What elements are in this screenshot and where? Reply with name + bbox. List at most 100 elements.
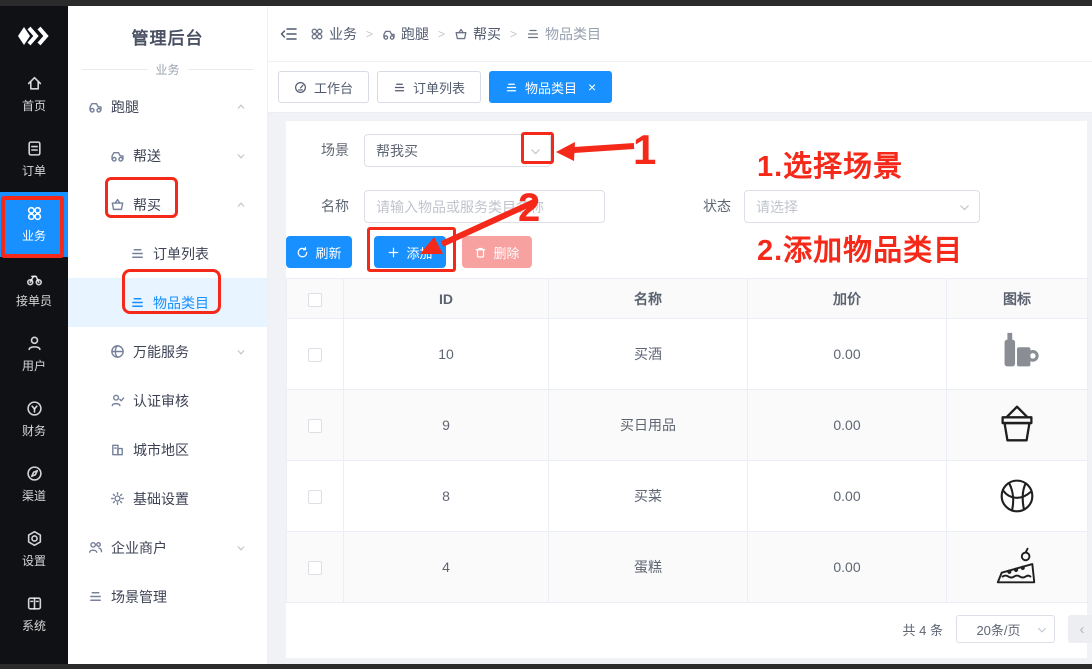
prev-page-button[interactable]: ‹ xyxy=(1068,615,1092,643)
collapse-sidebar-icon[interactable] xyxy=(280,25,298,43)
cell-name: 买日用品 xyxy=(549,390,748,461)
chevron-down-icon xyxy=(1036,624,1048,636)
chevron-up-icon xyxy=(235,101,247,113)
breadcrumb-item-item-categories: 物品类目 xyxy=(526,24,601,44)
cell-markup: 0.00 xyxy=(748,319,947,390)
breadcrumb-label: 业务 xyxy=(329,24,357,44)
table-row: 9 买日用品 0.00 xyxy=(287,390,1088,461)
refresh-button[interactable]: 刷新 xyxy=(286,236,352,268)
tab-label: 订单列表 xyxy=(413,78,465,97)
order-icon xyxy=(26,140,43,157)
breadcrumb-separator: > xyxy=(510,27,517,41)
status-label: 状态 xyxy=(703,190,731,223)
menu-item-item-categories[interactable]: 物品类目 xyxy=(68,278,267,327)
sidebar-item-orders[interactable]: 订单 xyxy=(0,127,68,192)
tab-workbench[interactable]: 工作台 xyxy=(278,71,369,103)
primary-sidebar: 首页 订单 业务 接单员 用户 财务 渠道 设置 xyxy=(0,0,68,669)
logo-icon xyxy=(17,25,51,47)
menu-item-buy[interactable]: 帮买 xyxy=(68,180,267,229)
add-button[interactable]: 添加 xyxy=(374,236,446,268)
name-input[interactable] xyxy=(364,190,605,223)
chevron-down-icon xyxy=(529,145,542,158)
cell-markup: 0.00 xyxy=(748,390,947,461)
sidebar-item-label: 系统 xyxy=(22,617,46,634)
select-all-checkbox[interactable] xyxy=(308,293,322,307)
refresh-icon xyxy=(296,246,309,259)
status-select-placeholder: 请选择 xyxy=(756,197,798,217)
breadcrumb-label: 物品类目 xyxy=(545,24,601,44)
menu-item-city-region[interactable]: 城市地区 xyxy=(68,425,267,474)
menu-item-label: 订单列表 xyxy=(153,244,209,264)
cake-icon xyxy=(992,543,1042,589)
merchants-icon xyxy=(88,540,103,555)
sidebar-item-finance[interactable]: 财务 xyxy=(0,387,68,452)
page-size-select[interactable]: 20条/页 xyxy=(956,615,1055,643)
app-logo[interactable] xyxy=(0,10,68,62)
breadcrumb-label: 跑腿 xyxy=(401,24,429,44)
sidebar-item-couriers[interactable]: 接单员 xyxy=(0,257,68,322)
menu-item-label: 认证审核 xyxy=(133,391,189,411)
settings-icon xyxy=(26,530,43,547)
user-icon xyxy=(26,335,43,352)
list-icon xyxy=(526,27,540,41)
cell-id: 10 xyxy=(344,319,549,390)
menu-item-enterprise-merchants[interactable]: 企业商户 xyxy=(68,523,267,572)
menu-item-delivery[interactable]: 帮送 xyxy=(68,131,267,180)
row-checkbox[interactable] xyxy=(308,348,322,362)
menu-item-label: 场景管理 xyxy=(111,587,167,607)
tab-order-list[interactable]: 订单列表 xyxy=(377,71,481,103)
scene-select[interactable]: 帮我买 xyxy=(364,134,551,167)
table-row: 10 买酒 0.00 xyxy=(287,319,1088,390)
table-row: 4 蛋糕 0.00 xyxy=(287,532,1088,603)
menu-item-verification[interactable]: 认证审核 xyxy=(68,376,267,425)
total-count: 共 4 条 xyxy=(903,620,943,639)
breadcrumb-item-business[interactable]: 业务 xyxy=(310,24,357,44)
sidebar-item-users[interactable]: 用户 xyxy=(0,322,68,387)
sidebar-item-settings[interactable]: 设置 xyxy=(0,517,68,582)
menu-item-basic-settings[interactable]: 基础设置 xyxy=(68,474,267,523)
tab-label: 工作台 xyxy=(314,78,353,97)
categories-table: ID 名称 加价 图标 10 买酒 0.00 xyxy=(286,278,1088,603)
row-checkbox[interactable] xyxy=(308,419,322,433)
menu-item-errand[interactable]: 跑腿 xyxy=(68,82,267,131)
menu-item-universal-service[interactable]: 万能服务 xyxy=(68,327,267,376)
sidebar-item-channels[interactable]: 渠道 xyxy=(0,452,68,517)
menu-item-label: 跑腿 xyxy=(111,97,139,117)
pagination-bar: 共 4 条 20条/页 ‹ xyxy=(903,615,1092,643)
sidebar-item-business[interactable]: 业务 xyxy=(0,192,68,257)
daily-goods-icon xyxy=(992,401,1042,447)
refresh-label: 刷新 xyxy=(315,243,341,262)
tab-item-categories[interactable]: 物品类目 × xyxy=(489,71,612,103)
beer-icon xyxy=(992,330,1042,376)
delete-button[interactable]: 删除 xyxy=(462,236,532,268)
menu-item-label: 企业商户 xyxy=(111,538,167,558)
menu-item-label: 万能服务 xyxy=(133,342,189,362)
app-window: 首页 订单 业务 接单员 用户 财务 渠道 设置 xyxy=(0,0,1092,669)
row-checkbox[interactable] xyxy=(308,490,322,504)
status-select[interactable]: 请选择 xyxy=(744,190,980,223)
breadcrumb-item-buy[interactable]: 帮买 xyxy=(454,24,501,44)
column-header-markup: 加价 xyxy=(748,279,947,319)
menu-item-scene-management[interactable]: 场景管理 xyxy=(68,572,267,621)
sidebar-item-home[interactable]: 首页 xyxy=(0,62,68,127)
content-card: 场景 帮我买 名称 状态 请选择 刷新 添加 xyxy=(286,121,1087,658)
list-icon xyxy=(505,81,518,94)
breadcrumb-item-errand[interactable]: 跑腿 xyxy=(382,24,429,44)
chevron-up-icon xyxy=(235,199,247,211)
chevron-down-icon xyxy=(235,150,247,162)
system-icon xyxy=(26,595,43,612)
name-label: 名称 xyxy=(321,190,349,223)
breadcrumb-label: 帮买 xyxy=(473,24,501,44)
menu-item-order-list[interactable]: 订单列表 xyxy=(68,229,267,278)
sidebar-item-system[interactable]: 系统 xyxy=(0,582,68,647)
sidebar-item-label: 用户 xyxy=(22,357,46,374)
menu-item-label: 帮送 xyxy=(133,146,161,166)
menu-item-label: 帮买 xyxy=(133,195,161,215)
column-header-icon: 图标 xyxy=(947,279,1088,319)
secondary-sidebar: 管理后台 业务 跑腿 帮送 帮买 订单列表 xyxy=(68,6,268,669)
delete-label: 删除 xyxy=(493,243,519,262)
sidebar-item-label: 渠道 xyxy=(22,487,46,504)
vegetable-icon xyxy=(992,472,1042,518)
close-icon[interactable]: × xyxy=(588,80,596,94)
row-checkbox[interactable] xyxy=(308,561,322,575)
